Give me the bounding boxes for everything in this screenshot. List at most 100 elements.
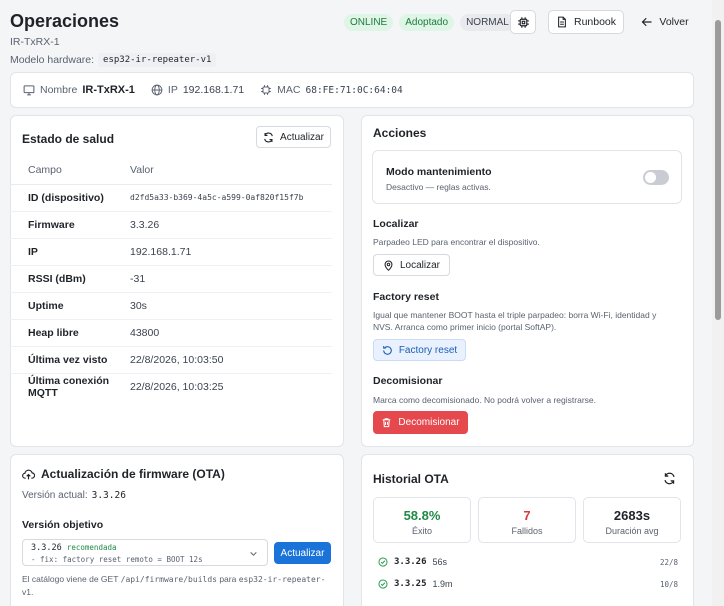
- ota-header: Actualización de firmware (OTA): [22, 467, 225, 481]
- maintenance-title: Modo mantenimiento: [386, 166, 492, 178]
- table-row: Última conexión MQTT 22/8/2026, 10:03:25: [10, 373, 332, 400]
- identity-ip: IP 192.168.1.71: [151, 84, 244, 96]
- cloud-upload-icon: [22, 469, 35, 479]
- ota-current-label: Versión actual:: [22, 490, 88, 501]
- location-pin-icon: [384, 260, 393, 271]
- hardware-model-code: esp32-ir-repeater-v1: [98, 53, 217, 67]
- row-field: Heap libre: [10, 319, 130, 347]
- maintenance-desc: Desactivo — reglas activas.: [386, 182, 491, 192]
- stat-success-label: Éxito: [411, 526, 432, 536]
- row-field: Uptime: [10, 292, 130, 320]
- option-note: - fix: factory reset remoto = BOOT 12s: [31, 555, 203, 564]
- row-field: Última conexión MQTT: [28, 374, 110, 399]
- list-item[interactable]: 3.3.26 56s 22/8: [378, 553, 678, 571]
- ota-update-button[interactable]: Actualizar: [274, 542, 331, 564]
- mac-label: MAC: [277, 84, 301, 96]
- monitor-icon: [23, 85, 35, 96]
- arrow-left-icon: [642, 17, 652, 27]
- status-badge-mode: NORMAL: [460, 14, 515, 31]
- decommission-desc: Marca como decomisionado. No podrá volve…: [373, 395, 596, 405]
- list-item[interactable]: 3.3.25 1.9m 10/8: [378, 575, 678, 593]
- stat-failed-label: Fallidos: [511, 526, 543, 536]
- refresh-icon[interactable]: [663, 472, 676, 485]
- operations-page: Operaciones IR-TxRX-1 Modelo hardware: e…: [0, 0, 712, 606]
- status-badges: ONLINE Adoptado NORMAL: [344, 14, 515, 31]
- back-label: Volver: [659, 16, 689, 28]
- runbook-button[interactable]: Runbook: [548, 10, 624, 34]
- ota-update-label: Actualizar: [280, 547, 325, 559]
- firmware-version-select[interactable]: 3.3.26 recomendada - fix: factory reset …: [22, 539, 268, 566]
- chip-icon: [517, 16, 529, 28]
- history-duration: 56s: [432, 557, 448, 567]
- page-title: Operaciones: [10, 11, 120, 31]
- row-value: 192.168.1.71: [130, 238, 332, 266]
- ota-target-label: Versión objetivo: [22, 519, 104, 531]
- row-value: 30s: [130, 292, 332, 320]
- ip-label: IP: [167, 84, 178, 96]
- factory-reset-button[interactable]: Factory reset: [373, 339, 466, 361]
- back-button[interactable]: Volver: [636, 10, 694, 34]
- hardware-model-line: Modelo hardware: esp32-ir-repeater-v1: [10, 53, 217, 67]
- stat-success: 58.8% Éxito: [373, 497, 471, 543]
- chip-icon: [261, 85, 272, 95]
- name-value: IR-TxRX-1: [82, 84, 135, 96]
- catalog-model: esp32-ir-repeater-: [238, 575, 326, 584]
- table-row: RSSI (dBm) -31: [10, 265, 332, 293]
- refresh-button[interactable]: Actualizar: [256, 126, 331, 148]
- status-badge-online: ONLINE: [344, 14, 394, 31]
- ip-value: 192.168.1.71: [182, 84, 245, 96]
- runbook-label: Runbook: [573, 16, 617, 28]
- health-table-header: Campo Valor: [10, 156, 332, 185]
- table-row: Uptime 30s: [10, 292, 332, 320]
- column-header-value: Valor: [130, 156, 332, 185]
- mac-value: 68:FE:71:0C:64:04: [305, 84, 403, 96]
- row-value: d2fd5a33-b369-4a5c-a599-0af820f15f7b: [130, 184, 332, 212]
- trash-icon: [383, 418, 391, 428]
- decommission-title: Decomisionar: [373, 375, 443, 387]
- factory-title: Factory reset: [373, 291, 439, 303]
- history-date: 10/8: [659, 579, 678, 589]
- row-value: 43800: [130, 319, 332, 347]
- locate-button[interactable]: Localizar: [373, 254, 450, 276]
- stat-success-value: 58.8%: [403, 508, 441, 523]
- locate-title: Localizar: [373, 218, 419, 230]
- name-label: Nombre: [40, 84, 78, 96]
- status-badge-adopted: Adoptado: [399, 14, 455, 31]
- row-value: 22/8/2026, 10:03:50: [130, 346, 332, 374]
- row-value: -31: [130, 265, 332, 293]
- scrollbar-thumb[interactable]: [715, 20, 721, 320]
- ota-catalog-note: El catálogo viene de GET /api/firmware/b…: [22, 573, 337, 598]
- chevron-down-icon: [250, 552, 257, 556]
- table-row: ID (dispositivo) d2fd5a33-b369-4a5c-a599-…: [10, 184, 332, 212]
- row-value: 22/8/2026, 10:03:25: [130, 380, 224, 393]
- identity-mac: MAC 68:FE:71:0C:64:04: [260, 84, 403, 96]
- factory-desc-line-2: NVS. Arranca como primer inicio (portal …: [373, 322, 557, 332]
- row-field: Firmware: [10, 211, 130, 239]
- maintenance-toggle[interactable]: [643, 170, 669, 185]
- catalog-text-start: El catálogo viene de GET: [22, 574, 119, 584]
- table-row: Firmware 3.3.26: [10, 211, 332, 239]
- table-row: Heap libre 43800: [10, 319, 332, 347]
- actions-title: Acciones: [373, 126, 427, 140]
- ota-history-title: Historial OTA: [373, 472, 449, 486]
- catalog-path: /api/firmware/builds: [120, 575, 217, 584]
- row-value: 3.3.26: [130, 211, 332, 239]
- catalog-text-end: v1.: [22, 587, 34, 597]
- ota-current: Versión actual: 3.3.26: [22, 490, 126, 501]
- decommission-label: Decomisionar: [398, 417, 460, 428]
- maintenance-box: Modo mantenimiento Desactivo — reglas ac…: [372, 150, 682, 204]
- check-circle-icon: [378, 579, 388, 589]
- decommission-button[interactable]: Decomisionar: [373, 411, 468, 434]
- globe-icon: [151, 84, 163, 96]
- refresh-label: Actualizar: [280, 131, 324, 143]
- option-version: 3.3.26: [31, 543, 62, 553]
- history-version: 3.3.25: [394, 579, 427, 589]
- history-duration: 1.9m: [432, 579, 453, 589]
- history-date: 22/8: [659, 557, 678, 567]
- chip-button[interactable]: [510, 10, 536, 34]
- health-title: Estado de salud: [22, 132, 115, 146]
- select-option-line-1: 3.3.26 recomendada: [31, 542, 267, 554]
- health-table: Campo Valor ID (dispositivo) d2fd5a33-b36…: [10, 156, 332, 400]
- identity-bar: Nombre IR-TxRX-1 IP 192.168.1.71 MAC 68:…: [10, 72, 694, 108]
- locate-label: Localizar: [399, 259, 441, 271]
